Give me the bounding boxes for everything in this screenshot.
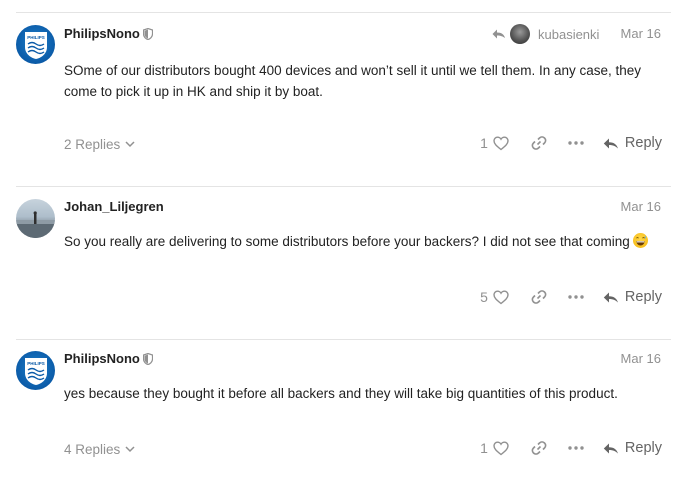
topic-thread: PHILIPS PhilipsNono kubasienki Mar 16 SO…	[0, 0, 690, 491]
chevron-down-icon	[125, 141, 135, 148]
post-divider	[16, 12, 671, 13]
more-icon[interactable]	[568, 295, 584, 299]
shield-icon	[143, 353, 153, 365]
shield-icon	[143, 28, 153, 40]
reply-arrow-icon	[603, 292, 618, 302]
heart-icon[interactable]	[492, 289, 510, 305]
post-body: SOme of our distributors bought 400 devi…	[64, 63, 642, 99]
avatar[interactable]: PHILIPS	[16, 351, 55, 390]
post-date[interactable]: Mar 16	[621, 351, 661, 366]
like-count[interactable]: 1	[480, 440, 488, 456]
philips-shield-logo: PHILIPS	[24, 31, 47, 59]
username[interactable]: PhilipsNono	[64, 26, 140, 41]
post-body: So you really are delivering to some dis…	[64, 231, 669, 252]
post-actions: 1 Reply	[480, 135, 662, 151]
link-icon[interactable]	[531, 440, 547, 456]
reply-arrow-icon	[492, 29, 505, 39]
reply-label: Reply	[624, 135, 662, 151]
more-icon[interactable]	[568, 141, 584, 145]
post-actions: 1 Reply	[480, 440, 662, 456]
svg-text:PHILIPS: PHILIPS	[27, 361, 45, 366]
heart-icon[interactable]	[492, 440, 510, 456]
show-replies-button[interactable]: 4 Replies	[64, 442, 135, 457]
username[interactable]: Johan_Liljegren	[64, 199, 164, 214]
link-icon[interactable]	[531, 135, 547, 151]
post-divider	[16, 339, 671, 340]
grinning-sweat-emoji-icon	[632, 233, 648, 248]
replies-label: 2 Replies	[64, 137, 121, 152]
reply-to-tab[interactable]: kubasienki	[492, 24, 599, 44]
post-date[interactable]: Mar 16	[621, 26, 661, 41]
post-divider	[16, 186, 671, 187]
show-replies-button[interactable]: 2 Replies	[64, 137, 135, 152]
philips-shield-logo: PHILIPS	[24, 357, 47, 385]
reply-button[interactable]: Reply	[603, 135, 662, 151]
reply-to-username: kubasienki	[538, 26, 600, 42]
reply-arrow-icon	[603, 138, 618, 148]
avatar[interactable]: PHILIPS	[16, 25, 55, 64]
reply-button[interactable]: Reply	[603, 440, 662, 456]
heart-icon[interactable]	[492, 135, 510, 151]
reply-label: Reply	[624, 289, 662, 305]
like-count[interactable]: 1	[480, 135, 488, 151]
svg-text:PHILIPS: PHILIPS	[27, 35, 45, 40]
reply-arrow-icon	[603, 443, 618, 453]
reply-label: Reply	[624, 440, 662, 456]
reply-to-avatar	[510, 24, 530, 44]
replies-label: 4 Replies	[64, 442, 121, 457]
post-date[interactable]: Mar 16	[621, 199, 661, 214]
post-body-text: So you really are delivering to some dis…	[64, 234, 630, 249]
avatar-photo	[16, 211, 55, 238]
username[interactable]: PhilipsNono	[64, 351, 140, 366]
reply-button[interactable]: Reply	[603, 289, 662, 305]
like-count[interactable]: 5	[480, 289, 488, 305]
more-icon[interactable]	[568, 446, 584, 450]
post-body: yes because they bought it before all ba…	[64, 386, 618, 401]
link-icon[interactable]	[531, 289, 547, 305]
chevron-down-icon	[125, 446, 135, 453]
avatar[interactable]	[16, 199, 55, 238]
post-actions: 5 Reply	[480, 289, 662, 305]
